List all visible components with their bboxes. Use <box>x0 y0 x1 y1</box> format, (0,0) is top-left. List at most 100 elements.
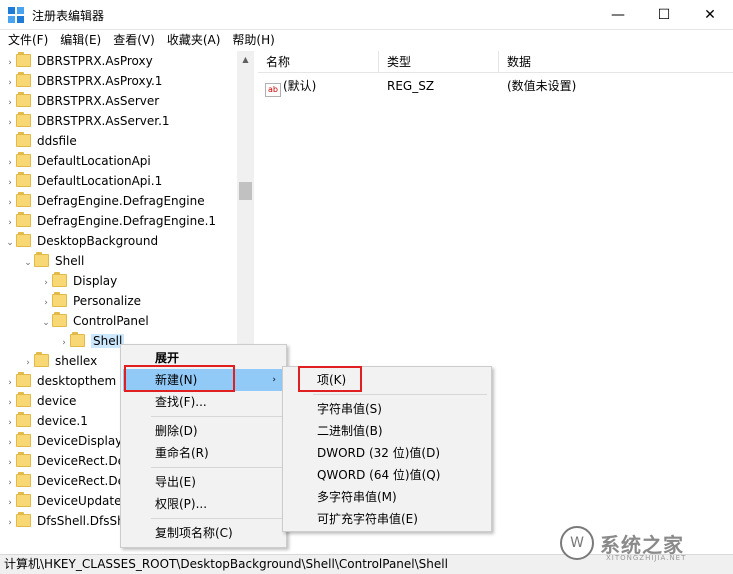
tree-item[interactable]: › DefragEngine.DefragEngine <box>4 191 205 211</box>
expand-chevron-icon[interactable]: › <box>4 373 16 393</box>
expand-chevron-icon[interactable]: › <box>4 433 16 453</box>
folder-icon <box>16 152 31 167</box>
title-bar: 注册表编辑器 — ☐ ✕ <box>0 0 733 30</box>
expand-chevron-icon[interactable]: › <box>22 353 34 373</box>
tree-item[interactable]: › Display <box>40 271 117 291</box>
tree-item[interactable]: › DefaultLocationApi.1 <box>4 171 162 191</box>
tree-item[interactable]: › DefragEngine.DefragEngine.1 <box>4 211 216 231</box>
column-header-type[interactable]: 类型 <box>379 51 499 73</box>
menu-favorites[interactable]: 收藏夹(A) <box>161 30 227 50</box>
folder-icon <box>16 72 31 87</box>
menu-item-find[interactable]: 查找(F)... <box>123 391 284 413</box>
expand-chevron-icon[interactable]: › <box>4 113 16 133</box>
watermark: W 系统之家 XITONGZHIJIA.NET <box>560 526 730 562</box>
tree-item[interactable]: ⌄ Shell <box>22 251 84 271</box>
menu-item-permissions[interactable]: 权限(P)... <box>123 493 284 515</box>
window-title: 注册表编辑器 <box>32 9 105 23</box>
tree-item[interactable]: › DfsShell.DfsSh <box>4 511 125 531</box>
menu-help[interactable]: 帮助(H) <box>226 30 280 50</box>
folder-icon <box>52 272 67 287</box>
folder-icon <box>16 92 31 107</box>
tree-item[interactable]: › DeviceRect.De <box>4 471 125 491</box>
menu-item-delete[interactable]: 删除(D) <box>123 420 284 442</box>
menu-item-export[interactable]: 导出(E) <box>123 471 284 493</box>
expand-chevron-icon[interactable]: › <box>58 333 70 353</box>
column-header-data[interactable]: 数据 <box>499 51 733 73</box>
menu-item-binary-value[interactable]: 二进制值(B) <box>285 420 489 442</box>
tree-item[interactable]: › Personalize <box>40 291 141 311</box>
expand-chevron-icon[interactable]: › <box>4 213 16 233</box>
expand-chevron-icon[interactable]: › <box>4 93 16 113</box>
folder-icon <box>16 132 31 147</box>
tree-item[interactable]: › DeviceUpdate <box>4 491 122 511</box>
expand-chevron-icon[interactable]: › <box>40 273 52 293</box>
tree-item[interactable]: › device.1 <box>4 411 88 431</box>
folder-icon <box>16 412 31 427</box>
menu-view[interactable]: 查看(V) <box>107 30 161 50</box>
column-header-name[interactable]: 名称 <box>258 51 379 73</box>
menu-item-copy-key-name[interactable]: 复制项名称(C) <box>123 522 284 544</box>
tree-item[interactable]: › DBRSTPRX.AsProxy.1 <box>4 71 162 91</box>
folder-icon <box>16 512 31 527</box>
folder-icon <box>16 492 31 507</box>
collapse-chevron-icon[interactable]: ⌄ <box>4 233 16 253</box>
tree-item[interactable]: › DeviceRect.De <box>4 451 125 471</box>
collapse-chevron-icon[interactable]: ⌄ <box>22 253 34 273</box>
tree-item[interactable]: ⌄ DesktopBackground <box>4 231 158 251</box>
expand-chevron-icon[interactable]: › <box>4 453 16 473</box>
folder-icon <box>52 292 67 307</box>
tree-item[interactable]: › shellex <box>22 351 97 371</box>
tree-item[interactable]: › device <box>4 391 76 411</box>
string-value-icon: ab <box>265 83 281 97</box>
expand-chevron-icon[interactable]: › <box>4 473 16 493</box>
minimize-button[interactable]: — <box>595 0 641 30</box>
folder-icon <box>16 112 31 127</box>
tree-item[interactable]: › DBRSTPRX.AsServer <box>4 91 159 111</box>
menu-item-string-value[interactable]: 字符串值(S) <box>285 398 489 420</box>
tree-item[interactable]: › DefaultLocationApi <box>4 151 151 171</box>
folder-icon <box>34 352 49 367</box>
expand-chevron-icon[interactable]: › <box>40 293 52 313</box>
tree-item[interactable]: ⌄ ControlPanel <box>40 311 149 331</box>
tree-item[interactable]: › DBRSTPRX.AsProxy <box>4 51 153 71</box>
tree-item[interactable]: › DBRSTPRX.AsServer.1 <box>4 111 170 131</box>
tree-item[interactable]: › DeviceDisplay <box>4 431 122 451</box>
expand-chevron-icon[interactable]: › <box>4 153 16 173</box>
tree-item[interactable]: ddsfile <box>4 131 77 151</box>
menu-file[interactable]: 文件(F) <box>2 30 54 50</box>
list-row[interactable]: ab (默认) REG_SZ (数值未设置) <box>258 75 733 97</box>
menu-item-dword-value[interactable]: DWORD (32 位)值(D) <box>285 442 489 464</box>
folder-icon <box>16 232 31 247</box>
value-data: (数值未设置) <box>507 79 577 93</box>
menu-item-expandable-string-value[interactable]: 可扩充字符串值(E) <box>285 508 489 530</box>
expand-chevron-icon[interactable]: › <box>4 493 16 513</box>
scroll-up-icon[interactable]: ▲ <box>237 51 254 68</box>
expand-chevron-icon[interactable]: › <box>4 193 16 213</box>
menu-item-multi-string-value[interactable]: 多字符串值(M) <box>285 486 489 508</box>
folder-icon <box>70 332 85 347</box>
expand-chevron-icon[interactable]: › <box>4 413 16 433</box>
value-name: (默认) <box>283 79 317 93</box>
tree-item[interactable]: › desktopthem <box>4 371 116 391</box>
tree-item-selected[interactable]: › Shell <box>58 331 125 353</box>
folder-icon <box>16 192 31 207</box>
menu-item-qword-value[interactable]: QWORD (64 位)值(Q) <box>285 464 489 486</box>
expand-chevron-icon[interactable]: › <box>4 53 16 73</box>
menu-separator <box>151 467 283 468</box>
expand-chevron-icon[interactable]: › <box>4 393 16 413</box>
scrollbar-thumb[interactable] <box>239 182 252 200</box>
highlight-box-key <box>298 366 362 392</box>
close-button[interactable]: ✕ <box>687 0 733 30</box>
folder-icon <box>16 392 31 407</box>
menu-edit[interactable]: 编辑(E) <box>54 30 107 50</box>
list-header: 名称 类型 数据 <box>258 51 733 73</box>
expand-chevron-icon[interactable]: › <box>4 173 16 193</box>
folder-icon <box>16 212 31 227</box>
collapse-chevron-icon[interactable]: ⌄ <box>40 313 52 333</box>
expand-chevron-icon[interactable]: › <box>4 513 16 533</box>
folder-icon <box>16 172 31 187</box>
maximize-button[interactable]: ☐ <box>641 0 687 30</box>
expand-chevron-icon[interactable]: › <box>4 73 16 93</box>
menu-item-rename[interactable]: 重命名(R) <box>123 442 284 464</box>
folder-icon <box>16 452 31 467</box>
